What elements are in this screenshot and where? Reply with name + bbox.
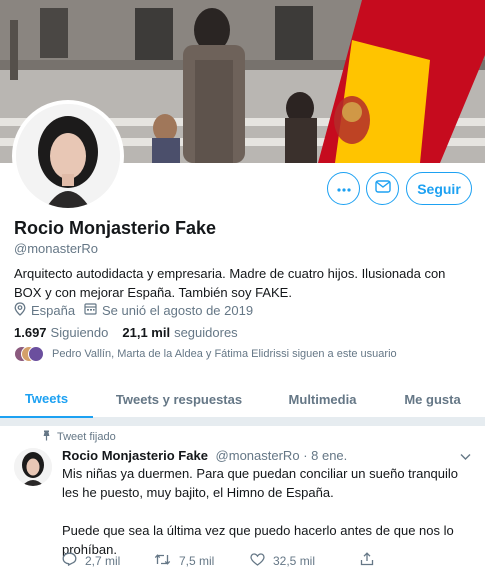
profile-tabs: Tweets Tweets y respuestas Multimedia Me… bbox=[0, 380, 485, 418]
tweet-text-paragraph-1: Mis niñas ya duermen. Para que puedan co… bbox=[62, 466, 459, 500]
more-icon bbox=[336, 180, 352, 198]
retweet-button[interactable]: 7,5 mil bbox=[154, 553, 250, 569]
heart-icon bbox=[250, 552, 265, 569]
joined-text: Se unió el agosto de 2019 bbox=[102, 302, 254, 318]
message-button[interactable] bbox=[366, 172, 399, 205]
pin-icon bbox=[42, 430, 51, 444]
following-count: 1.697 bbox=[14, 325, 47, 340]
followers-count: 21,1 mil bbox=[122, 325, 171, 340]
profile-name: Rocio Monjasterio Fake bbox=[14, 218, 217, 238]
follow-button[interactable]: Seguir bbox=[406, 172, 472, 205]
retweet-count: 7,5 mil bbox=[179, 553, 215, 568]
tweet-avatar[interactable] bbox=[14, 448, 52, 486]
profile-handle: @monasterRo bbox=[14, 241, 99, 256]
known-followers-text: Pedro Vallín, Marta de la Aldea y Fátima… bbox=[52, 348, 397, 360]
retweet-icon bbox=[154, 553, 171, 569]
tab-tweets-replies[interactable]: Tweets y respuestas bbox=[93, 380, 265, 418]
avatar-photo bbox=[16, 104, 120, 208]
following-link[interactable]: 1.697 Siguiendo bbox=[14, 325, 108, 340]
tab-tweets[interactable]: Tweets bbox=[0, 380, 93, 418]
tweet-handle[interactable]: @monasterRo bbox=[216, 448, 300, 463]
known-followers-avatars bbox=[14, 346, 44, 362]
pinned-text: Tweet fijado bbox=[57, 431, 116, 443]
location-text: España bbox=[31, 303, 76, 318]
more-button[interactable] bbox=[327, 172, 360, 205]
profile-location: España bbox=[14, 302, 75, 319]
followers-label: seguidores bbox=[174, 325, 238, 340]
like-count: 32,5 mil bbox=[273, 553, 316, 568]
tweet-header: Rocio Monjasterio Fake @monasterRo · 8 e… bbox=[62, 448, 347, 463]
profile-bio: Arquitecto autodidacta y empresaria. Mad… bbox=[14, 266, 446, 300]
profile-joined: Se unió el agosto de 2019 bbox=[84, 302, 253, 318]
tweet-author[interactable]: Rocio Monjasterio Fake bbox=[62, 448, 208, 463]
like-button[interactable]: 32,5 mil bbox=[250, 552, 360, 569]
tweet-actions: 2,7 mil 7,5 mil 32,5 mil bbox=[62, 552, 374, 569]
location-icon bbox=[14, 302, 26, 319]
followers-you-know[interactable]: Pedro Vallín, Marta de la Aldea y Fátima… bbox=[14, 346, 397, 362]
tweet-date[interactable]: · 8 ene. bbox=[303, 448, 347, 463]
following-label: Siguiendo bbox=[50, 325, 109, 340]
pinned-label: Tweet fijado bbox=[42, 430, 116, 444]
reply-count: 2,7 mil bbox=[85, 553, 121, 568]
share-button[interactable] bbox=[360, 552, 374, 569]
followers-link[interactable]: 21,1 mil seguidores bbox=[122, 325, 237, 340]
calendar-icon bbox=[84, 302, 97, 318]
follow-counts: 1.697 Siguiendo 21,1 mil seguidores bbox=[14, 325, 238, 340]
tab-media[interactable]: Multimedia bbox=[265, 380, 380, 418]
tweet-text: Mis niñas ya duermen. Para que puedan co… bbox=[62, 464, 472, 559]
share-icon bbox=[360, 552, 374, 569]
envelope-icon bbox=[374, 179, 391, 198]
tab-likes[interactable]: Me gusta bbox=[380, 380, 485, 418]
reply-icon bbox=[62, 552, 77, 569]
reply-button[interactable]: 2,7 mil bbox=[62, 552, 154, 569]
section-divider bbox=[0, 418, 485, 426]
profile-avatar[interactable] bbox=[12, 100, 124, 212]
